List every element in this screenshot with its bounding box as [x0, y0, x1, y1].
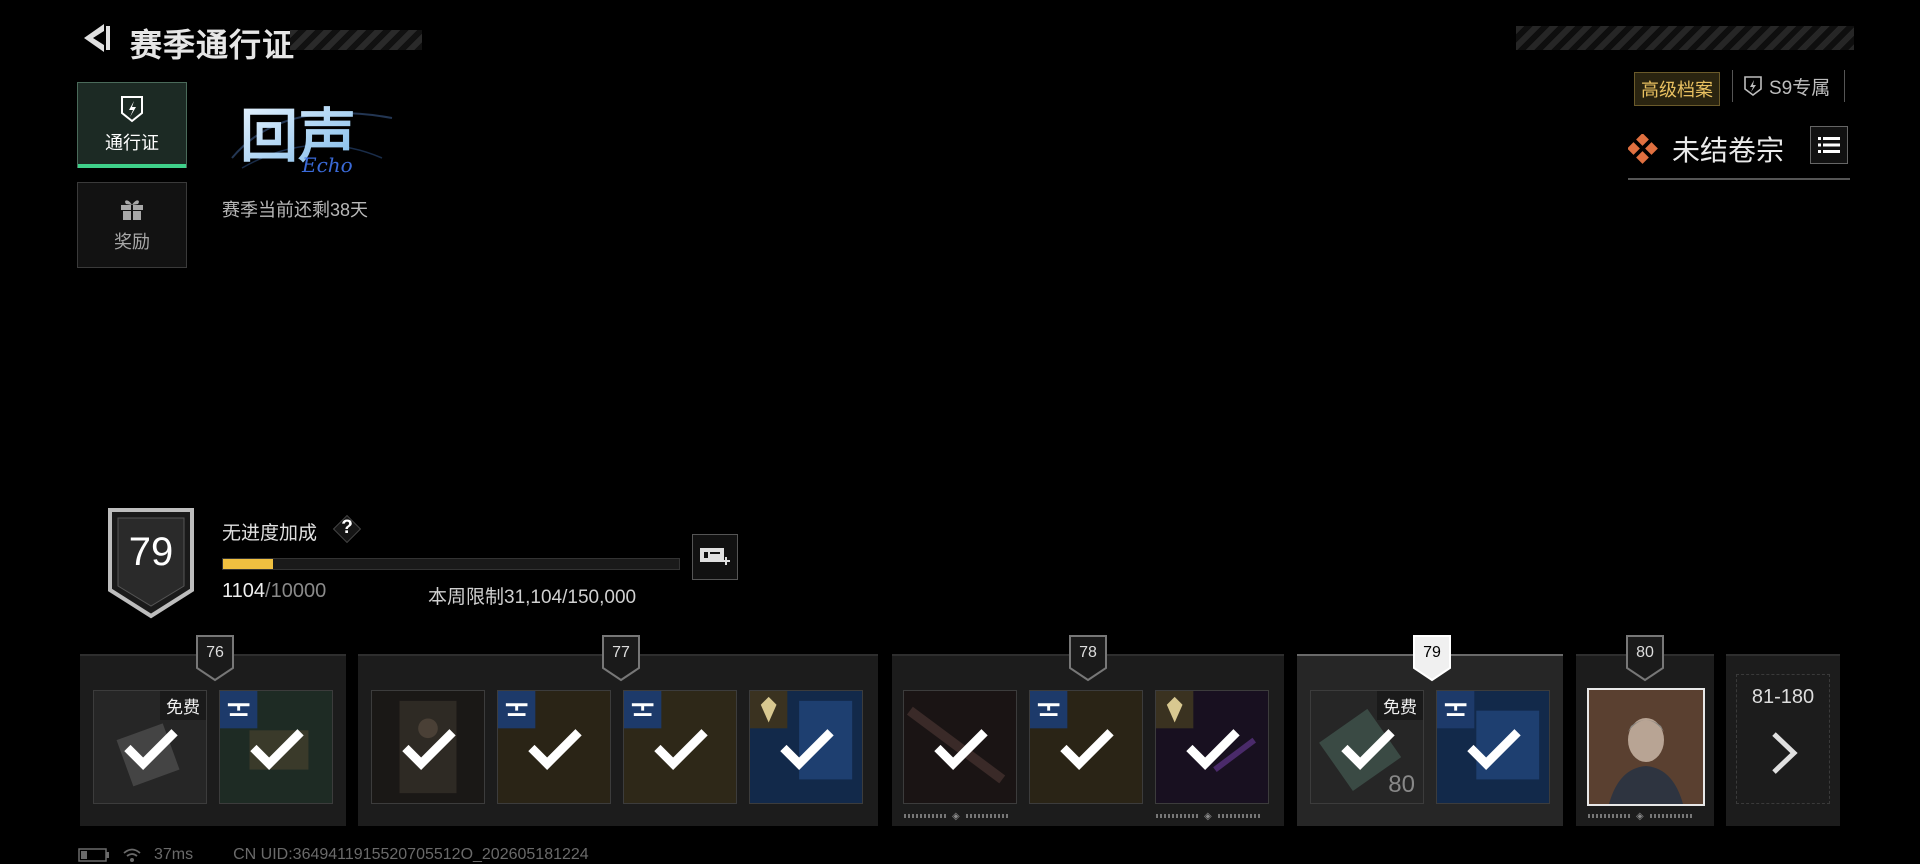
tier-level: 77	[612, 644, 630, 661]
next-tiers-button[interactable]: 81-180	[1726, 654, 1840, 826]
back-button[interactable]	[78, 20, 114, 56]
advanced-profile-badge: 高级档案	[1634, 72, 1720, 106]
ticket-plus-icon	[700, 548, 730, 565]
title-decoration	[290, 30, 422, 50]
help-icon: ?	[341, 517, 353, 538]
xp-boost-button[interactable]	[692, 534, 738, 580]
tier-level: 79	[1423, 644, 1441, 661]
reward-slot[interactable]: 免费	[93, 690, 207, 804]
tier-group-78: 78 ◈ ◈	[892, 635, 1284, 826]
reward-item-art	[1156, 691, 1257, 772]
tier-badge: 78	[1068, 634, 1108, 682]
pass-shield-icon: ◈	[1204, 810, 1212, 822]
page-title: 赛季通行证	[130, 27, 296, 63]
premium-strip: ◈	[904, 810, 1008, 822]
operator-portrait	[1589, 690, 1703, 804]
tier-badge-current: 79	[1412, 634, 1452, 682]
menu-button[interactable]	[1810, 126, 1848, 164]
reward-slot[interactable]	[371, 690, 485, 804]
reward-slot[interactable]	[903, 690, 1017, 804]
level-number: 79	[128, 530, 174, 574]
tab-pass[interactable]: 通行证	[77, 82, 187, 168]
reward-slot[interactable]	[1155, 690, 1269, 804]
reward-slot[interactable]	[1436, 690, 1550, 804]
pass-shield-icon: ◈	[1636, 810, 1644, 822]
chevron-right-icon	[1772, 732, 1798, 774]
tab-pass-label: 通行证	[105, 133, 159, 153]
ping-readout: 37ms	[154, 846, 194, 863]
pass-shield-icon	[1744, 76, 1762, 96]
check-icon	[528, 729, 582, 770]
xp-max: /10000	[265, 580, 327, 602]
reward-item-art	[220, 691, 309, 770]
dossier-label: 未结卷宗	[1672, 135, 1785, 166]
diamond-cluster-icon	[1628, 134, 1658, 164]
check-icon	[654, 729, 708, 770]
xp-progress-bar	[222, 558, 680, 570]
wifi-icon	[123, 848, 141, 862]
progress-bonus-label: 无进度加成	[222, 523, 318, 544]
pass-shield-icon: ◈	[952, 810, 960, 822]
s9-badge-label: S9专属	[1769, 77, 1831, 99]
reward-slot[interactable]	[219, 690, 333, 804]
pass-shield-icon	[121, 96, 143, 123]
tier-badge: 76	[195, 634, 235, 682]
reward-item-art	[750, 691, 853, 780]
tier-group-76: 76 免费	[80, 635, 346, 826]
reward-slot[interactable]	[623, 690, 737, 804]
s9-exclusive-badge: S9专属	[1732, 70, 1846, 102]
reward-slot[interactable]	[749, 690, 863, 804]
weekly-limit-text: 本周限制31,104/150,000	[428, 587, 637, 608]
free-tag: 免费	[1377, 691, 1423, 720]
reward-item-art	[399, 700, 457, 794]
xp-current: 1104	[222, 580, 266, 602]
tab-rewards-label: 奖励	[114, 232, 150, 252]
tier-level: 80	[1636, 644, 1654, 661]
gift-icon	[121, 200, 143, 220]
reward-slot[interactable]: 免费 80	[1310, 690, 1424, 804]
reward-item-art	[1030, 691, 1114, 770]
unsolved-dossier[interactable]: 未结卷宗	[1628, 120, 1850, 180]
check-icon	[1060, 729, 1114, 770]
reward-item-art	[1437, 691, 1540, 780]
tier-range-label: 81-180	[1751, 686, 1815, 708]
xp-readout: 1104/10000	[222, 580, 326, 603]
list-icon	[1818, 137, 1840, 153]
reward-item-art	[498, 691, 582, 770]
reward-slot[interactable]	[1029, 690, 1143, 804]
svg-text:Echo: Echo	[301, 153, 353, 177]
tier-group-80: 80 ◈	[1576, 635, 1714, 826]
reward-slot[interactable]	[497, 690, 611, 804]
tier-group-77: 77	[358, 635, 878, 826]
season-logo: 回声 Echo	[222, 88, 402, 178]
premium-strip: ◈	[1588, 810, 1692, 822]
tier-badge: 77	[601, 634, 641, 682]
chevron-left-icon	[84, 24, 110, 52]
reward-item-art	[906, 706, 1006, 784]
tab-rewards[interactable]: 奖励	[77, 182, 187, 268]
tier-level: 78	[1079, 644, 1097, 661]
battery-icon	[78, 848, 109, 862]
season-remaining-text: 赛季当前还剩38天	[222, 200, 369, 220]
xp-progress-fill	[223, 559, 274, 569]
header-decoration	[1516, 26, 1854, 50]
reward-slot-operator[interactable]	[1587, 688, 1705, 806]
reward-quantity: 80	[1388, 771, 1415, 798]
premium-strip: ◈	[1156, 810, 1260, 822]
tier-badge: 80	[1625, 634, 1665, 682]
free-tag: 免费	[160, 691, 206, 720]
status-bar: 37ms CN UID:3649411915520705512O_2026051…	[78, 846, 589, 864]
uid-readout: CN UID:3649411915520705512O_202605181224	[233, 846, 589, 863]
tier-group-79: 79 免费 80	[1297, 635, 1563, 826]
help-button[interactable]: ?	[332, 514, 362, 544]
reward-item-art	[624, 691, 708, 770]
tier-level: 76	[206, 644, 224, 661]
